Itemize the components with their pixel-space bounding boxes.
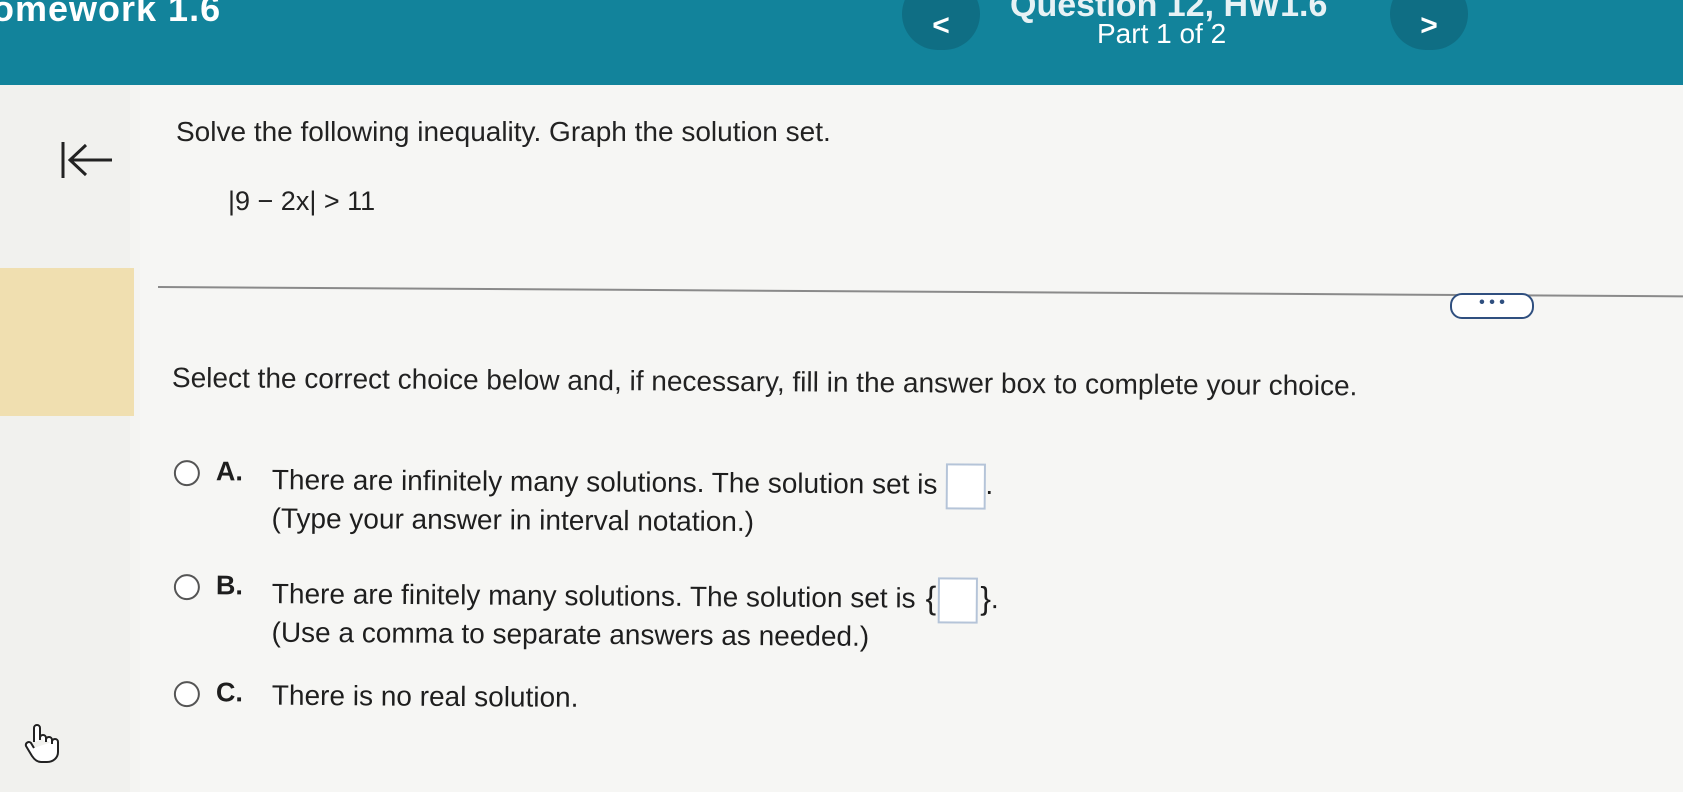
sidebar-highlight-band [0, 268, 134, 416]
choice-a-radio[interactable] [173, 459, 200, 487]
choice-b-answer-box[interactable] [938, 577, 979, 624]
previous-question-button[interactable]: < [902, 0, 980, 50]
choice-c-letter: C. [215, 677, 243, 708]
inequality-equation: |9 − 2x| > 11 [228, 186, 376, 216]
choice-b-hint: (Use a comma to separate answers as need… [271, 616, 870, 652]
choice-a-text: There are infinitely many solutions. The… [272, 459, 994, 510]
choice-a-letter: A. [215, 456, 243, 487]
choice-b-letter: B. [215, 570, 243, 601]
chevron-left-icon: < [932, 9, 950, 42]
choice-b-statement: There are finitely many solutions. The s… [271, 578, 916, 614]
choice-b-radio[interactable] [173, 573, 200, 601]
choice-a-answer-box[interactable] [945, 463, 986, 510]
choice-a-hint: (Type your answer in interval notation.) [271, 502, 755, 538]
hand-pointer-icon [22, 720, 62, 769]
choice-b-text: There are finitely many solutions. The s… [272, 573, 999, 624]
more-options-button[interactable]: • • • [1450, 293, 1534, 319]
choice-a-statement: There are infinitely many solutions. The… [271, 464, 938, 500]
choice-c-text: There is no real solution. [271, 679, 579, 713]
header-bar: omework 1.6 < Question 12, HW1.6 Part 1 … [0, 0, 1683, 85]
part-label: Part 1 of 2 [1097, 18, 1227, 49]
choice-c-radio[interactable] [173, 680, 200, 708]
left-sidebar [0, 85, 130, 792]
assignment-title: omework 1.6 [0, 0, 222, 29]
choice-b-set-braces: {} [925, 577, 991, 624]
next-question-button[interactable]: > [1390, 0, 1468, 50]
collapse-left-arrow-icon[interactable] [60, 140, 116, 185]
chevron-right-icon: > [1420, 9, 1438, 42]
problem-instruction: Solve the following inequality. Graph th… [176, 116, 831, 147]
